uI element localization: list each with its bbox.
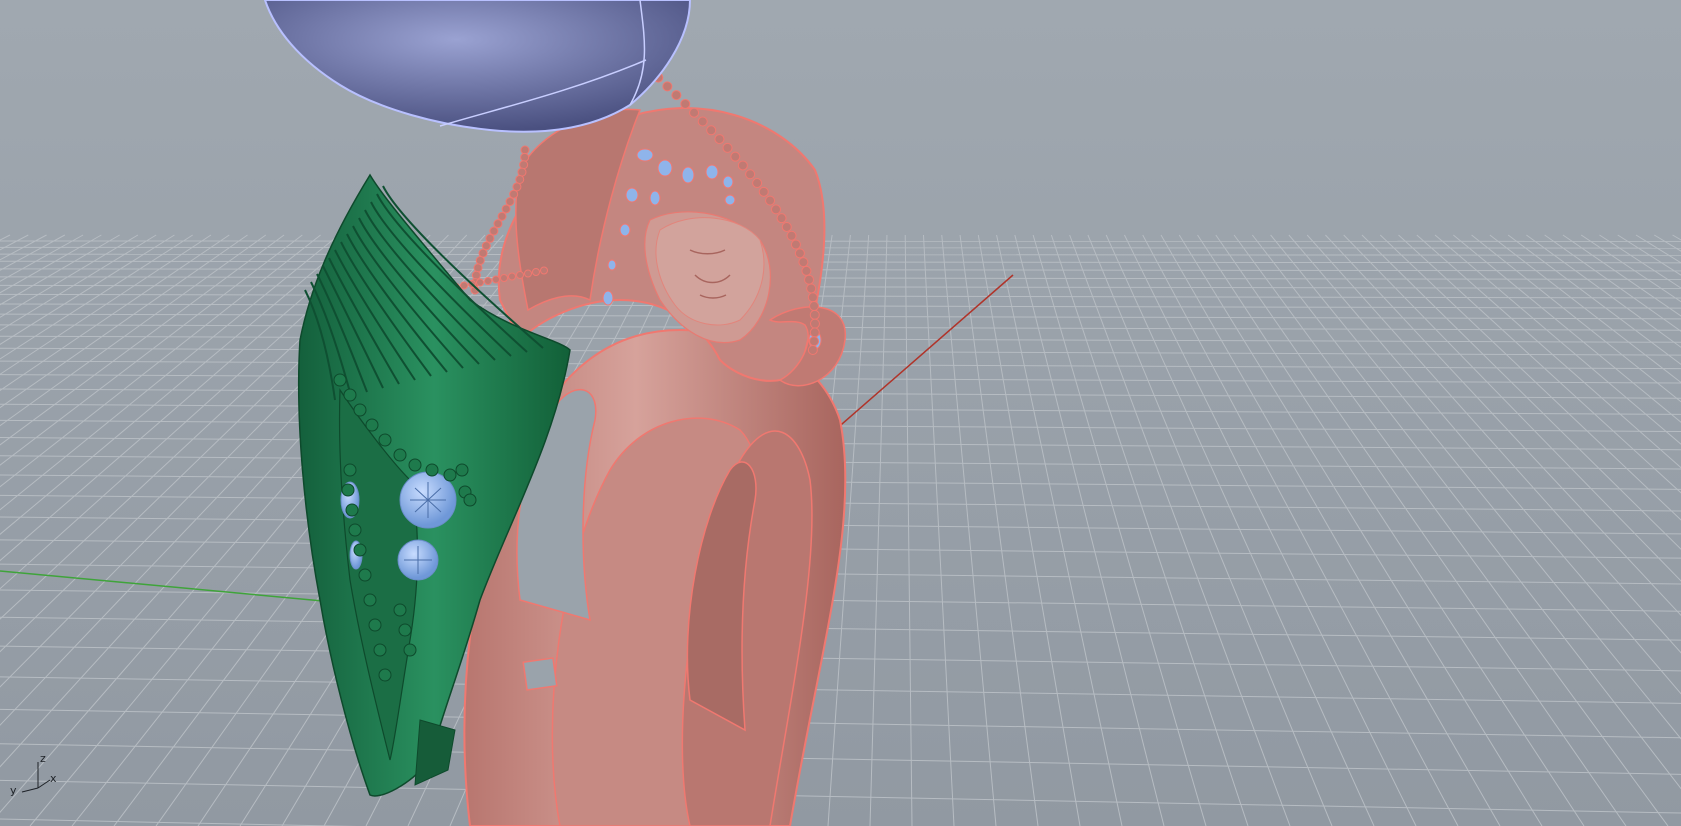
3d-scene[interactable] xyxy=(0,0,1681,826)
viewport-perspective[interactable]: z x y xyxy=(0,0,1681,826)
axis-label-x: x xyxy=(50,772,57,785)
axis-orientation-widget: z x y xyxy=(8,752,60,800)
axis-label-y: y xyxy=(10,784,17,797)
axis-label-z: z xyxy=(40,752,46,765)
